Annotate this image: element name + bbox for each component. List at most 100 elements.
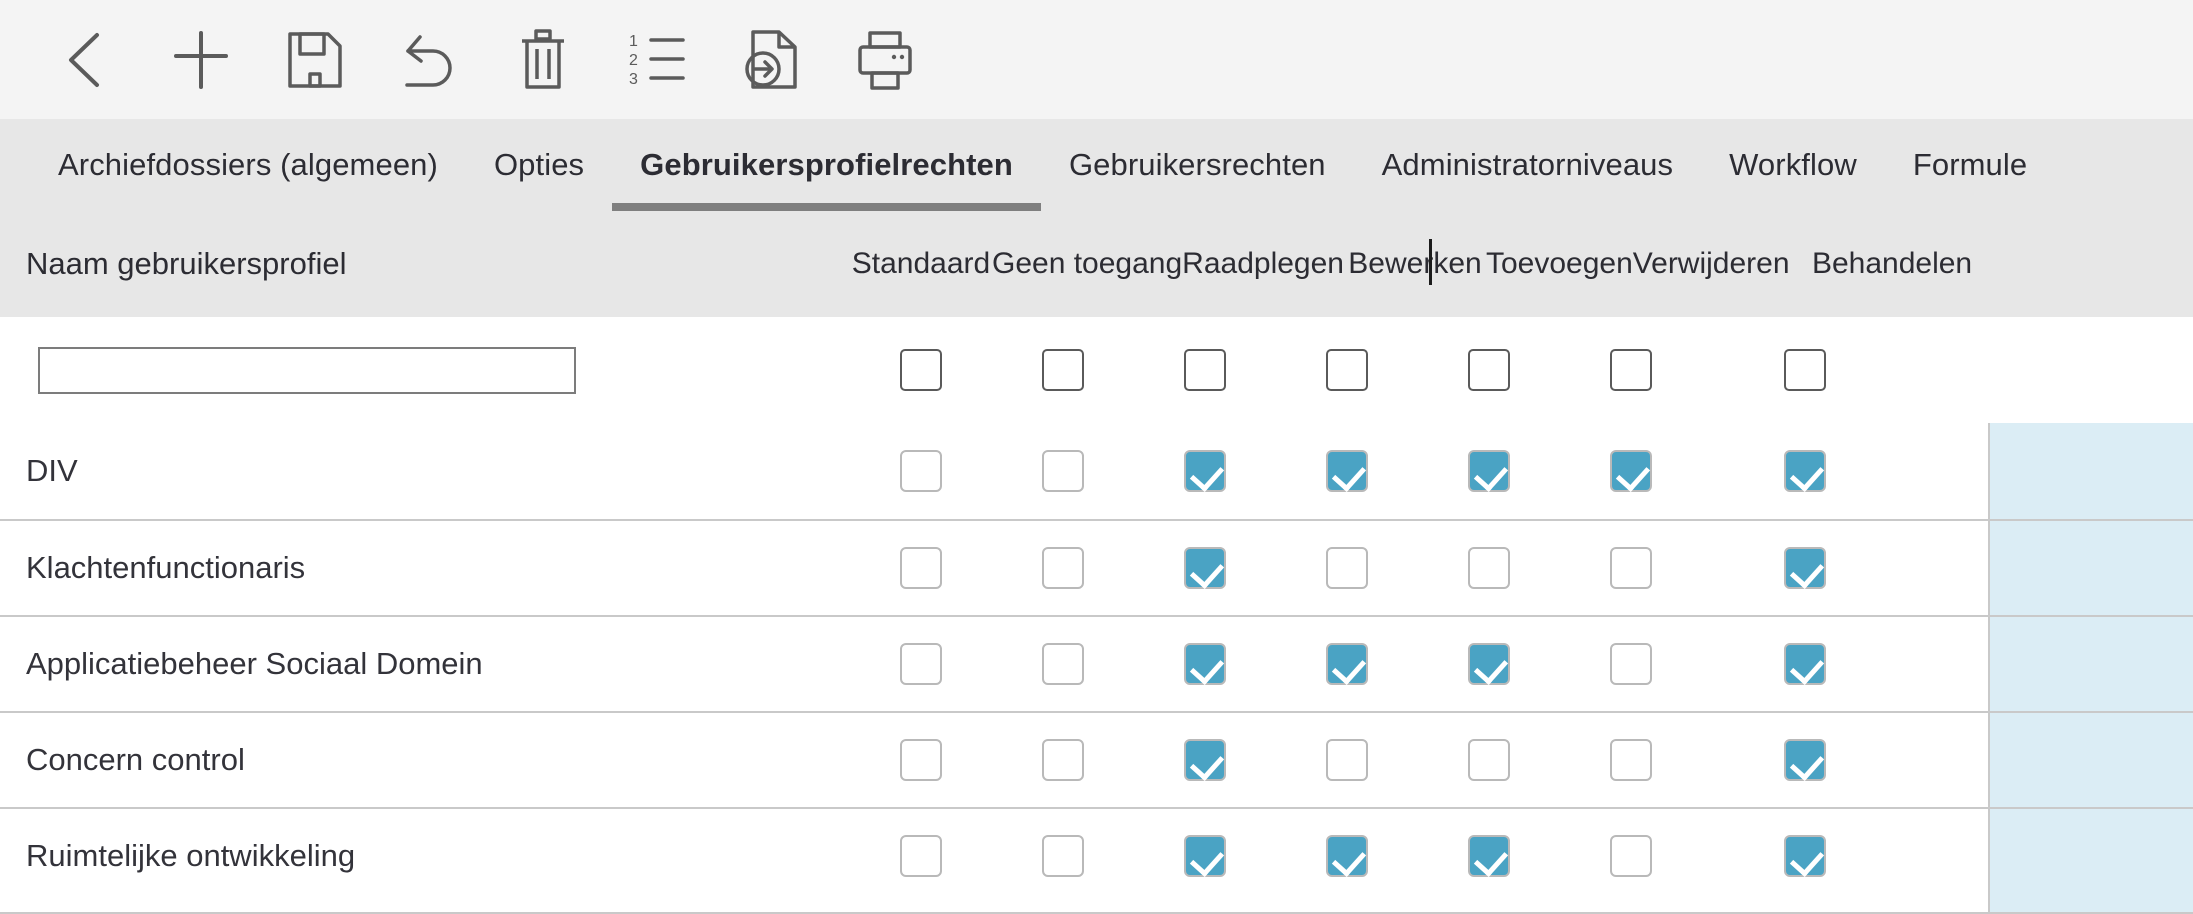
cell-raadplegen[interactable] (1134, 450, 1276, 492)
cell-standaard[interactable] (850, 450, 992, 492)
checkbox-behandelen[interactable] (1783, 643, 1826, 685)
cell-verwijderen[interactable] (1560, 547, 1702, 589)
cell-verwijderen[interactable] (1560, 450, 1702, 492)
add-button[interactable] (144, 10, 258, 110)
cell-verwijderen[interactable] (1560, 643, 1702, 685)
column-header-geen-toegang[interactable]: Geen toegang (992, 247, 1182, 281)
checkbox-toevoegen[interactable] (1468, 739, 1510, 781)
checkbox-verwijderen[interactable] (1610, 547, 1652, 589)
filter-checkbox-raadplegen[interactable] (1184, 349, 1226, 391)
cell-behandelen[interactable] (1702, 643, 1907, 685)
cell-toevoegen[interactable] (1418, 739, 1560, 781)
table-row[interactable]: Ruimtelijke ontwikkeling (0, 807, 2193, 903)
checkbox-raadplegen[interactable] (1184, 643, 1226, 685)
table-row[interactable]: Concern control (0, 711, 2193, 807)
checkbox-bewerken[interactable] (1326, 835, 1368, 877)
checkbox-verwijderen[interactable] (1610, 835, 1652, 877)
filter-cell-raadplegen[interactable] (1134, 349, 1276, 391)
checkbox-behandelen[interactable] (1783, 835, 1826, 877)
checkbox-standaard[interactable] (900, 547, 942, 589)
checkbox-behandelen[interactable] (1783, 547, 1826, 589)
cell-behandelen[interactable] (1702, 547, 1907, 589)
cell-behandelen[interactable] (1702, 739, 1907, 781)
checkbox-geen-toegang[interactable] (1042, 835, 1084, 877)
column-header-raadplegen[interactable]: Raadplegen (1182, 247, 1344, 281)
tab-archiefdossiers[interactable]: Archiefdossiers (algemeen) (30, 119, 466, 211)
cell-standaard[interactable] (850, 547, 992, 589)
filter-cell-toevoegen[interactable] (1418, 349, 1560, 391)
checkbox-bewerken[interactable] (1326, 739, 1368, 781)
checkbox-raadplegen[interactable] (1184, 547, 1226, 589)
cell-toevoegen[interactable] (1418, 643, 1560, 685)
tab-gebruikersprofielrechten[interactable]: Gebruikersprofielrechten (612, 119, 1041, 211)
table-row[interactable]: Applicatiebeheer Sociaal Domein (0, 615, 2193, 711)
print-button[interactable] (828, 10, 942, 110)
save-button[interactable] (258, 10, 372, 110)
cell-geen-toegang[interactable] (992, 547, 1134, 589)
export-document-button[interactable] (714, 10, 828, 110)
cell-standaard[interactable] (850, 739, 992, 781)
column-header-standaard[interactable]: Standaard (850, 247, 992, 281)
tab-gebruikersrechten[interactable]: Gebruikersrechten (1041, 119, 1354, 211)
filter-checkbox-bewerken[interactable] (1326, 349, 1368, 391)
cell-verwijderen[interactable] (1560, 835, 1702, 877)
cell-behandelen[interactable] (1702, 450, 1907, 492)
checkbox-bewerken[interactable] (1326, 643, 1368, 685)
checkbox-raadplegen[interactable] (1184, 835, 1226, 877)
cell-geen-toegang[interactable] (992, 450, 1134, 492)
cell-geen-toegang[interactable] (992, 739, 1134, 781)
filter-name-input[interactable] (38, 346, 576, 394)
checkbox-verwijderen[interactable] (1610, 739, 1652, 781)
cell-toevoegen[interactable] (1418, 835, 1560, 877)
cell-bewerken[interactable] (1276, 739, 1418, 781)
undo-button[interactable] (372, 10, 486, 110)
cell-bewerken[interactable] (1276, 450, 1418, 492)
checkbox-toevoegen[interactable] (1468, 835, 1510, 877)
cell-standaard[interactable] (850, 643, 992, 685)
filter-checkbox-behandelen[interactable] (1783, 349, 1826, 391)
filter-cell-bewerken[interactable] (1276, 349, 1418, 391)
column-header-bewerken[interactable]: Bewerken (1344, 247, 1486, 281)
checkbox-raadplegen[interactable] (1184, 450, 1226, 492)
checkbox-behandelen[interactable] (1783, 739, 1826, 781)
table-row[interactable]: Klachtenfunctionaris (0, 519, 2193, 615)
filter-cell-standaard[interactable] (850, 349, 992, 391)
tab-formule[interactable]: Formule (1885, 119, 2055, 211)
checkbox-standaard[interactable] (900, 835, 942, 877)
checkbox-geen-toegang[interactable] (1042, 739, 1084, 781)
checkbox-verwijderen[interactable] (1610, 450, 1652, 492)
checkbox-verwijderen[interactable] (1610, 643, 1652, 685)
filter-checkbox-toevoegen[interactable] (1468, 349, 1510, 391)
filter-checkbox-standaard[interactable] (900, 349, 942, 391)
cell-geen-toegang[interactable] (992, 835, 1134, 877)
cell-geen-toegang[interactable] (992, 643, 1134, 685)
cell-raadplegen[interactable] (1134, 739, 1276, 781)
checkbox-standaard[interactable] (900, 643, 942, 685)
cell-standaard[interactable] (850, 835, 992, 877)
cell-bewerken[interactable] (1276, 835, 1418, 877)
tab-administratorniveaus[interactable]: Administratorniveaus (1354, 119, 1701, 211)
checkbox-geen-toegang[interactable] (1042, 547, 1084, 589)
numbered-list-button[interactable]: 1 2 3 (600, 10, 714, 110)
checkbox-geen-toegang[interactable] (1042, 450, 1084, 492)
tab-workflow[interactable]: Workflow (1701, 119, 1885, 211)
checkbox-raadplegen[interactable] (1184, 739, 1226, 781)
cell-bewerken[interactable] (1276, 547, 1418, 589)
filter-cell-geen-toegang[interactable] (992, 349, 1134, 391)
cell-raadplegen[interactable] (1134, 547, 1276, 589)
column-header-verwijderen[interactable]: Verwijderen (1633, 247, 1790, 281)
checkbox-geen-toegang[interactable] (1042, 643, 1084, 685)
column-header-behandelen[interactable]: Behandelen (1790, 247, 1995, 281)
cell-toevoegen[interactable] (1418, 450, 1560, 492)
filter-checkbox-geen-toegang[interactable] (1042, 349, 1084, 391)
tab-opties[interactable]: Opties (466, 119, 612, 211)
table-row[interactable]: DIV (0, 423, 2193, 519)
back-button[interactable] (30, 10, 144, 110)
cell-toevoegen[interactable] (1418, 547, 1560, 589)
checkbox-standaard[interactable] (900, 450, 942, 492)
filter-checkbox-verwijderen[interactable] (1610, 349, 1652, 391)
checkbox-bewerken[interactable] (1326, 547, 1368, 589)
delete-button[interactable] (486, 10, 600, 110)
filter-cell-verwijderen[interactable] (1560, 349, 1702, 391)
cell-verwijderen[interactable] (1560, 739, 1702, 781)
